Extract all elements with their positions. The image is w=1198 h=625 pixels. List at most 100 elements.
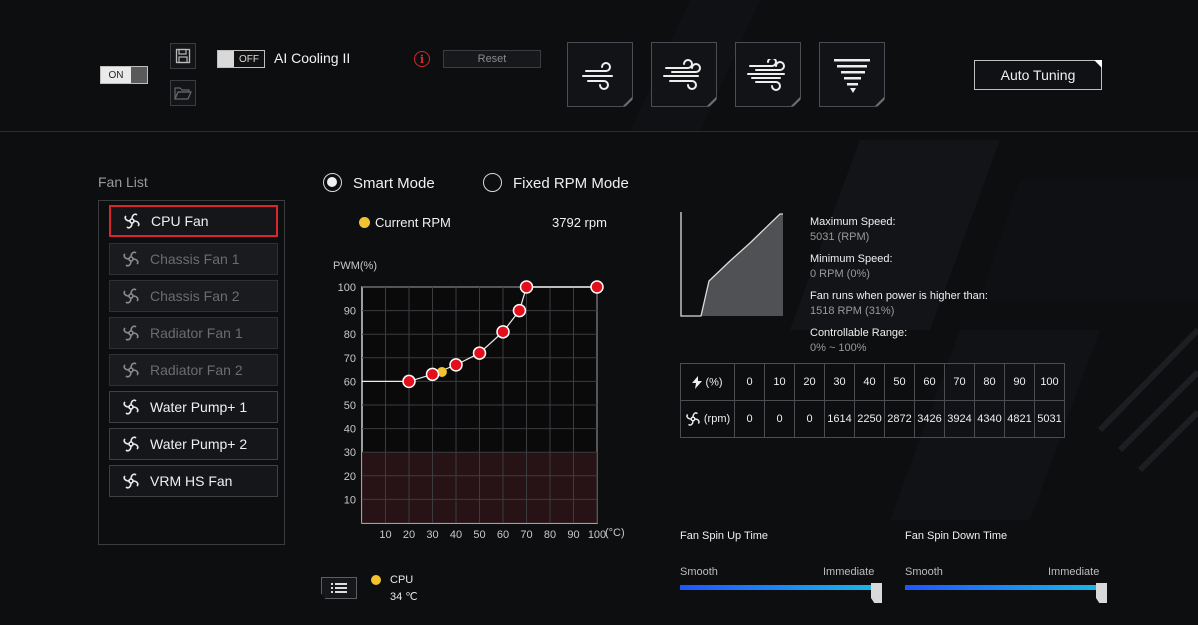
fan-item-chassis-fan-1[interactable]: Chassis Fan 1 <box>109 243 278 275</box>
fan-item-label: Water Pump+ 2 <box>150 436 248 452</box>
table-cell: 1614 <box>824 400 855 438</box>
auto-tuning-button[interactable]: Auto Tuning <box>974 60 1102 90</box>
table-cell: 0 <box>764 400 795 438</box>
ai-cooling-toggle[interactable]: OFF <box>217 50 265 68</box>
spin-up-immediate-label: Immediate <box>823 566 875 578</box>
sensor-list-button[interactable] <box>321 577 357 599</box>
curve-control-point[interactable] <box>590 280 604 294</box>
fixed-rpm-mode-label: Fixed RPM Mode <box>513 175 629 192</box>
table-cell: 0 <box>734 363 765 401</box>
ai-cooling-label: AI Cooling II <box>274 50 351 66</box>
table-cell: 90 <box>1004 363 1035 401</box>
speed-info: Maximum Speed: 5031 (RPM) Minimum Speed:… <box>810 215 988 356</box>
percent-unit: (%) <box>705 375 723 388</box>
y-axis-labels: 10 20 30 40 50 60 70 80 90 100 <box>338 282 356 506</box>
cpu-sensor-label: CPU <box>390 574 414 586</box>
curve-control-point[interactable] <box>519 280 534 294</box>
range-value: 0% ~ 100% <box>810 342 867 354</box>
silent-preset-button[interactable] <box>567 42 633 107</box>
fan-icon <box>122 398 140 416</box>
spin-down-title: Fan Spin Down Time <box>905 530 1008 542</box>
table-cell: 5031 <box>1034 400 1065 438</box>
table-cell: 3426 <box>914 400 945 438</box>
curve-control-point[interactable] <box>472 346 487 360</box>
spin-up-title: Fan Spin Up Time <box>680 530 769 542</box>
current-rpm-dot <box>359 217 370 228</box>
current-rpm-value: 3792 rpm <box>552 215 607 230</box>
save-button[interactable] <box>170 43 196 69</box>
fan-icon <box>122 435 140 453</box>
max-speed-label: Maximum Speed: <box>810 216 896 228</box>
full-speed-preset-button[interactable] <box>819 42 885 107</box>
spin-up-smooth-label: Smooth <box>680 566 718 578</box>
fan-item-vrm-hs-fan[interactable]: VRM HS Fan <box>109 465 278 497</box>
spin-down-smooth-label: Smooth <box>905 566 943 578</box>
y-tick-label: 60 <box>344 376 356 388</box>
x-tick-label: 40 <box>450 529 462 541</box>
fan-item-water-pump-1[interactable]: Water Pump+ 1 <box>109 391 278 423</box>
fan-item-cpu-fan[interactable]: CPU Fan <box>109 205 278 237</box>
wind-strong-icon <box>747 58 785 91</box>
curve-control-point[interactable] <box>449 358 463 372</box>
y-tick-label: 50 <box>344 400 356 412</box>
fan-item-chassis-fan-2[interactable]: Chassis Fan 2 <box>109 280 278 312</box>
curve-control-point[interactable] <box>512 303 527 318</box>
spin-up-slider-handle[interactable] <box>871 583 882 603</box>
spin-down-slider-handle[interactable] <box>1096 583 1107 603</box>
power-toggle-label: ON <box>108 69 124 81</box>
fixed-rpm-mode-radio[interactable] <box>483 173 502 192</box>
toggle-knob <box>218 51 234 67</box>
y-tick-label: 40 <box>344 424 356 436</box>
y-tick-label: 100 <box>338 282 356 294</box>
fan-icon <box>122 324 140 342</box>
spin-down-slider-track[interactable] <box>905 585 1103 590</box>
lightning-icon <box>692 375 703 389</box>
curve-control-point[interactable] <box>402 374 416 389</box>
curve-control-point[interactable] <box>425 367 440 382</box>
turbo-preset-button[interactable] <box>735 42 801 107</box>
fan-item-radiator-fan-1[interactable]: Radiator Fan 1 <box>109 317 278 349</box>
fan-icon <box>122 472 140 490</box>
y-tick-label: 20 <box>344 471 356 483</box>
standard-preset-button[interactable] <box>651 42 717 107</box>
info-icon[interactable]: i <box>414 51 430 67</box>
folder-icon <box>174 87 192 100</box>
power-toggle[interactable]: ON <box>100 66 148 84</box>
threshold-label: Fan runs when power is higher than: <box>810 290 988 302</box>
table-cell: 2250 <box>854 400 885 438</box>
table-cell: 3924 <box>944 400 975 438</box>
percent-header: (%) <box>680 363 735 401</box>
rpm-header: (rpm) <box>680 400 735 438</box>
list-icon <box>331 583 347 593</box>
fan-item-label: Water Pump+ 1 <box>150 399 248 415</box>
table-cell: 80 <box>974 363 1005 401</box>
max-speed-value: 5031 (RPM) <box>810 231 870 243</box>
threshold-value: 1518 RPM (31%) <box>810 305 895 317</box>
smart-mode-radio[interactable] <box>323 173 342 192</box>
fan-item-water-pump-2[interactable]: Water Pump+ 2 <box>109 428 278 460</box>
table-cell: 100 <box>1034 363 1065 401</box>
y-tick-label: 30 <box>344 447 356 459</box>
range-label: Controllable Range: <box>810 327 908 339</box>
y-axis-title: PWM(%) <box>333 260 377 272</box>
open-folder-button[interactable] <box>170 80 196 106</box>
x-tick-label: 100 <box>588 529 606 541</box>
wind-medium-icon <box>663 58 701 90</box>
table-cell: 4821 <box>1004 400 1035 438</box>
fan-item-radiator-fan-2[interactable]: Radiator Fan 2 <box>109 354 278 386</box>
fan-item-label: Radiator Fan 1 <box>150 325 243 341</box>
cpu-sensor-dot <box>371 575 381 585</box>
spin-up-slider-track[interactable] <box>680 585 878 590</box>
x-axis-labels: 10 20 30 40 50 60 70 80 90 100 <box>379 529 606 541</box>
x-tick-label: 50 <box>473 529 485 541</box>
reset-button[interactable]: Reset <box>443 50 541 68</box>
fan-icon <box>686 412 700 426</box>
x-tick-label: 10 <box>379 529 391 541</box>
rpm-unit: (rpm) <box>703 412 731 425</box>
curve-control-point[interactable] <box>496 325 510 339</box>
speed-preview-graph <box>680 212 783 317</box>
fan-item-label: Chassis Fan 2 <box>150 288 240 304</box>
table-cell: 0 <box>734 400 765 438</box>
fan-curve-chart[interactable]: 10 20 30 40 50 60 70 80 90 100 10 20 30 40 50 60 70 80 90… <box>320 252 640 547</box>
smart-mode-label: Smart Mode <box>353 175 435 192</box>
